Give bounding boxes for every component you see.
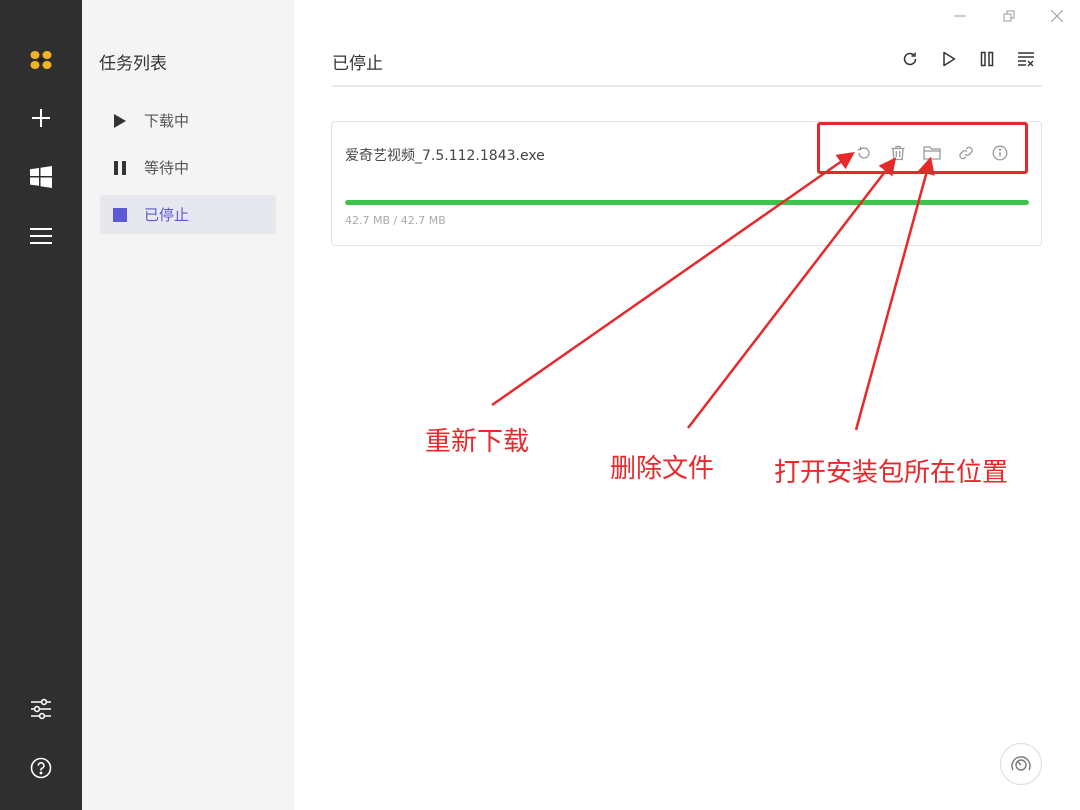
nav-item-waiting[interactable]: 等待中 bbox=[100, 148, 276, 187]
help-icon[interactable] bbox=[21, 748, 61, 788]
annotation-open-folder: 打开安装包所在位置 bbox=[774, 458, 1009, 488]
nav-item-downloading[interactable]: 下载中 bbox=[100, 101, 276, 140]
progress-bar bbox=[345, 200, 1029, 205]
new-task-icon[interactable] bbox=[21, 98, 61, 138]
annotation-highlight-box bbox=[817, 122, 1028, 174]
play-icon[interactable] bbox=[937, 47, 961, 71]
task-list-panel: 任务列表 下载中 等待中 已停止 bbox=[82, 0, 294, 810]
nav-item-label: 下载中 bbox=[144, 112, 190, 130]
header-divider bbox=[332, 85, 1042, 87]
clear-list-icon[interactable] bbox=[1014, 47, 1038, 71]
windows-icon[interactable] bbox=[21, 157, 61, 197]
nav-item-stopped[interactable]: 已停止 bbox=[100, 195, 276, 234]
settings-sliders-icon[interactable] bbox=[21, 689, 61, 729]
page-title: 已停止 bbox=[332, 54, 383, 74]
play-icon bbox=[113, 113, 127, 128]
annotation-delete: 删除文件 bbox=[610, 454, 715, 484]
refresh-icon[interactable] bbox=[898, 47, 922, 71]
task-size-text: 42.7 MB / 42.7 MB bbox=[345, 214, 446, 227]
speed-meter-button[interactable] bbox=[1000, 743, 1042, 785]
stop-icon bbox=[113, 207, 127, 222]
app-logo-icon bbox=[21, 40, 61, 80]
minimize-icon[interactable] bbox=[950, 6, 970, 26]
pause-icon[interactable] bbox=[975, 47, 999, 71]
close-icon[interactable] bbox=[1047, 6, 1067, 26]
task-list-title: 任务列表 bbox=[99, 54, 167, 74]
menu-icon[interactable] bbox=[21, 216, 61, 256]
maximize-icon[interactable] bbox=[999, 6, 1019, 26]
speedometer-icon bbox=[1011, 756, 1031, 771]
progress-bar-fill bbox=[345, 200, 1029, 205]
task-filename: 爱奇艺视频_7.5.112.1843.exe bbox=[345, 148, 545, 164]
annotation-redownload: 重新下载 bbox=[425, 427, 530, 457]
nav-item-label: 等待中 bbox=[144, 159, 190, 177]
app-sidebar-rail bbox=[0, 0, 82, 810]
nav-item-label: 已停止 bbox=[144, 206, 190, 224]
pause-icon bbox=[113, 160, 127, 175]
